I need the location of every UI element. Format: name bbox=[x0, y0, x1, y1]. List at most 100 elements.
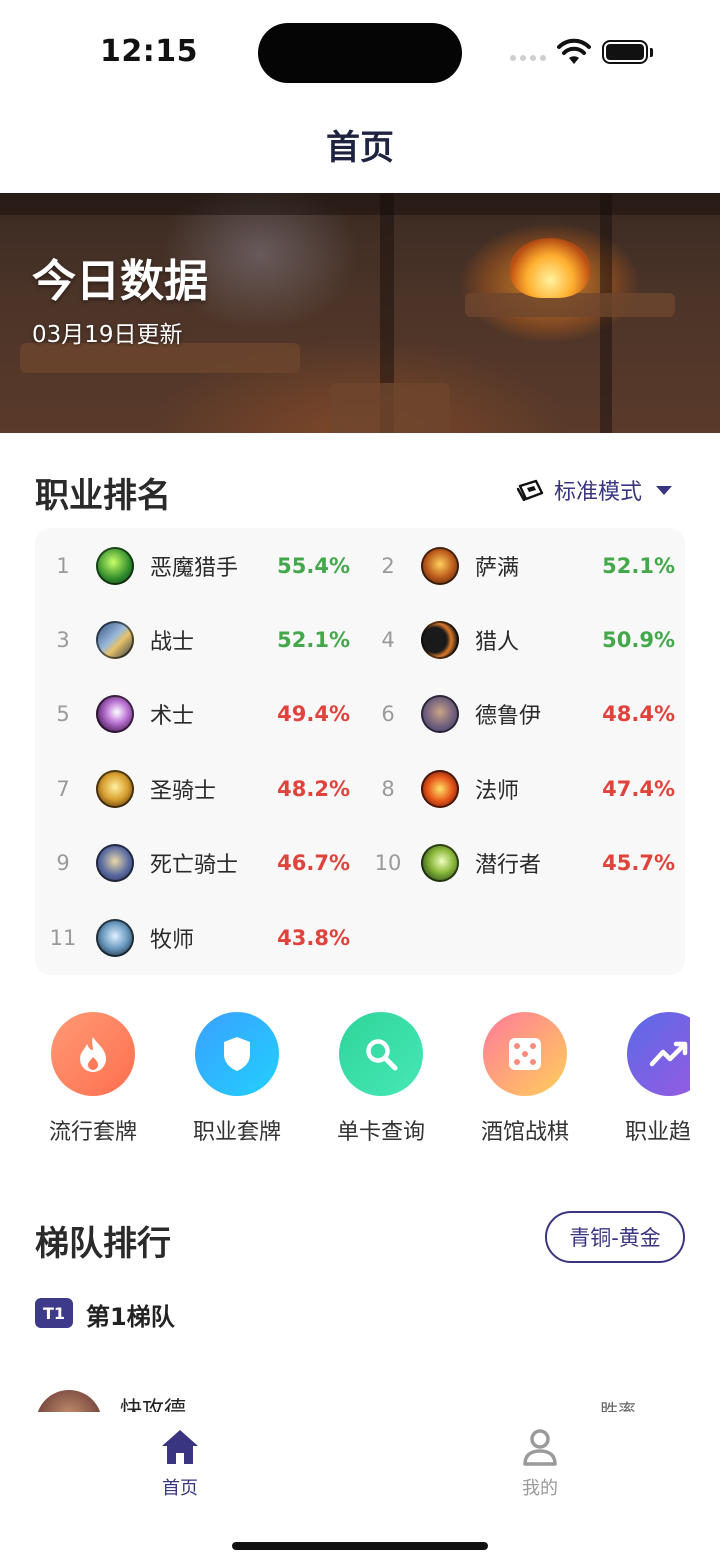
home-indicator bbox=[232, 1542, 488, 1550]
class-rank-row[interactable]: 4 猎人 50.9% bbox=[365, 617, 675, 663]
rank-number: 6 bbox=[381, 702, 395, 726]
class-win-rate: 48.4% bbox=[602, 702, 675, 726]
ladder-ranking-title: 梯队排行 bbox=[35, 1224, 171, 1264]
status-time: 12:15 bbox=[100, 34, 198, 69]
class-rank-row[interactable]: 6 德鲁伊 48.4% bbox=[365, 691, 675, 737]
class-ranking-card: 1 恶魔猎手 55.4% 2 萨满 52.1% 3 战士 52.1% 4 猎人 … bbox=[35, 528, 685, 975]
druid-icon bbox=[421, 695, 459, 733]
banner-decoration bbox=[330, 383, 450, 433]
tab-home[interactable]: 首页 bbox=[120, 1428, 240, 1500]
rank-number: 1 bbox=[56, 554, 70, 578]
game-mode-label: 标准模式 bbox=[554, 480, 643, 505]
class-rank-row[interactable]: 9 死亡骑士 46.7% bbox=[40, 840, 350, 886]
tier-title: 第1梯队 bbox=[86, 1303, 175, 1331]
class-name: 猎人 bbox=[475, 630, 520, 655]
class-rank-row[interactable]: 7 圣骑士 48.2% bbox=[40, 766, 350, 812]
battery-tip bbox=[650, 48, 653, 57]
class-name: 术士 bbox=[150, 704, 195, 729]
class-rank-row[interactable]: 1 恶魔猎手 55.4% bbox=[40, 543, 350, 589]
card-stack-icon bbox=[516, 479, 544, 501]
shaman-icon bbox=[421, 547, 459, 585]
class-ranking-title: 职业排名 bbox=[35, 476, 171, 516]
class-win-rate: 50.9% bbox=[602, 628, 675, 652]
banner-decoration bbox=[0, 193, 720, 215]
banner-decoration bbox=[465, 293, 675, 317]
class-rank-row[interactable]: 5 术士 49.4% bbox=[40, 691, 350, 737]
priest-icon bbox=[96, 919, 134, 957]
class-win-rate: 46.7% bbox=[277, 851, 350, 875]
page-title: 首页 bbox=[326, 128, 394, 168]
wifi-icon bbox=[557, 38, 591, 64]
class-win-rate: 48.2% bbox=[277, 777, 350, 801]
rank-number: 10 bbox=[374, 851, 402, 875]
quick-entry-label: 职业趋势 bbox=[624, 1120, 690, 1145]
class-name: 牧师 bbox=[150, 928, 195, 953]
shield-icon bbox=[195, 1012, 279, 1096]
tab-label: 首页 bbox=[162, 1478, 198, 1499]
class-name: 法师 bbox=[475, 779, 520, 804]
rank-number: 4 bbox=[381, 628, 395, 652]
class-name: 萨满 bbox=[475, 556, 520, 581]
tab-bar: 首页 我的 bbox=[0, 1412, 720, 1558]
banner-title: 今日数据 bbox=[32, 256, 208, 307]
battlegrounds-entry[interactable]: 酒馆战棋 bbox=[470, 1012, 580, 1146]
tab-label: 我的 bbox=[522, 1478, 558, 1499]
paladin-icon bbox=[96, 770, 134, 808]
class-decks-entry[interactable]: 职业套牌 bbox=[182, 1012, 292, 1146]
class-rank-row[interactable]: 2 萨满 52.1% bbox=[365, 543, 675, 589]
rank-number: 5 bbox=[56, 702, 70, 726]
warrior-icon bbox=[96, 621, 134, 659]
class-name: 潜行者 bbox=[475, 853, 542, 878]
tab-mine[interactable]: 我的 bbox=[480, 1428, 600, 1500]
mage-icon bbox=[421, 770, 459, 808]
class-rank-row[interactable]: 10 潜行者 45.7% bbox=[365, 840, 675, 886]
class-win-rate: 47.4% bbox=[602, 777, 675, 801]
class-rank-row[interactable]: 8 法师 47.4% bbox=[365, 766, 675, 812]
class-win-rate: 49.4% bbox=[277, 702, 350, 726]
hunter-icon bbox=[421, 621, 459, 659]
rank-number: 11 bbox=[49, 926, 77, 950]
rank-number: 2 bbox=[381, 554, 395, 578]
death-knight-icon bbox=[96, 844, 134, 882]
rank-number: 9 bbox=[56, 851, 70, 875]
cellular-signal-icon bbox=[510, 55, 546, 61]
warlock-icon bbox=[96, 695, 134, 733]
tier-badge: T1 bbox=[35, 1298, 73, 1328]
class-win-rate: 55.4% bbox=[277, 554, 350, 578]
class-name: 德鲁伊 bbox=[475, 704, 542, 729]
class-win-rate: 45.7% bbox=[602, 851, 675, 875]
class-name: 死亡骑士 bbox=[150, 853, 239, 878]
search-icon bbox=[339, 1012, 423, 1096]
home-icon bbox=[162, 1430, 198, 1464]
class-name: 圣骑士 bbox=[150, 779, 217, 804]
game-mode-select[interactable]: 标准模式 bbox=[516, 474, 673, 506]
dynamic-island bbox=[258, 23, 462, 83]
card-search-entry[interactable]: 单卡查询 bbox=[326, 1012, 436, 1146]
class-trend-entry[interactable]: 职业趋势 bbox=[614, 1012, 690, 1146]
battery-icon bbox=[602, 40, 648, 64]
quick-entry-label: 职业套牌 bbox=[192, 1120, 281, 1145]
demon-hunter-icon bbox=[96, 547, 134, 585]
class-win-rate: 52.1% bbox=[602, 554, 675, 578]
quick-entry-label: 酒馆战棋 bbox=[480, 1120, 569, 1145]
dice-icon bbox=[483, 1012, 567, 1096]
quick-entry-scroller[interactable]: 流行套牌 职业套牌 单卡查询 酒馆战棋 职业趋势 bbox=[0, 1000, 690, 1150]
class-rank-row[interactable]: 11 牧师 43.8% bbox=[40, 915, 350, 961]
rogue-icon bbox=[421, 844, 459, 882]
fireplace-flame bbox=[510, 238, 590, 298]
status-bar: 12:15 bbox=[0, 0, 720, 100]
quick-entry-label: 单卡查询 bbox=[336, 1120, 425, 1145]
today-data-banner[interactable]: 今日数据 03月19日更新 bbox=[0, 193, 720, 433]
class-name: 恶魔猎手 bbox=[150, 556, 239, 581]
flame-icon bbox=[51, 1012, 135, 1096]
chevron-down-icon bbox=[656, 485, 673, 495]
rank-number: 7 bbox=[56, 777, 70, 801]
class-rank-row[interactable]: 3 战士 52.1% bbox=[40, 617, 350, 663]
quick-entry-label: 流行套牌 bbox=[48, 1120, 137, 1145]
class-win-rate: 43.8% bbox=[277, 926, 350, 950]
class-name: 战士 bbox=[150, 630, 195, 655]
banner-update-date: 03月19日更新 bbox=[32, 322, 183, 348]
rank-tier-filter-button[interactable]: 青铜-黄金 bbox=[545, 1211, 685, 1263]
user-icon bbox=[523, 1429, 557, 1466]
popular-decks-entry[interactable]: 流行套牌 bbox=[38, 1012, 148, 1146]
